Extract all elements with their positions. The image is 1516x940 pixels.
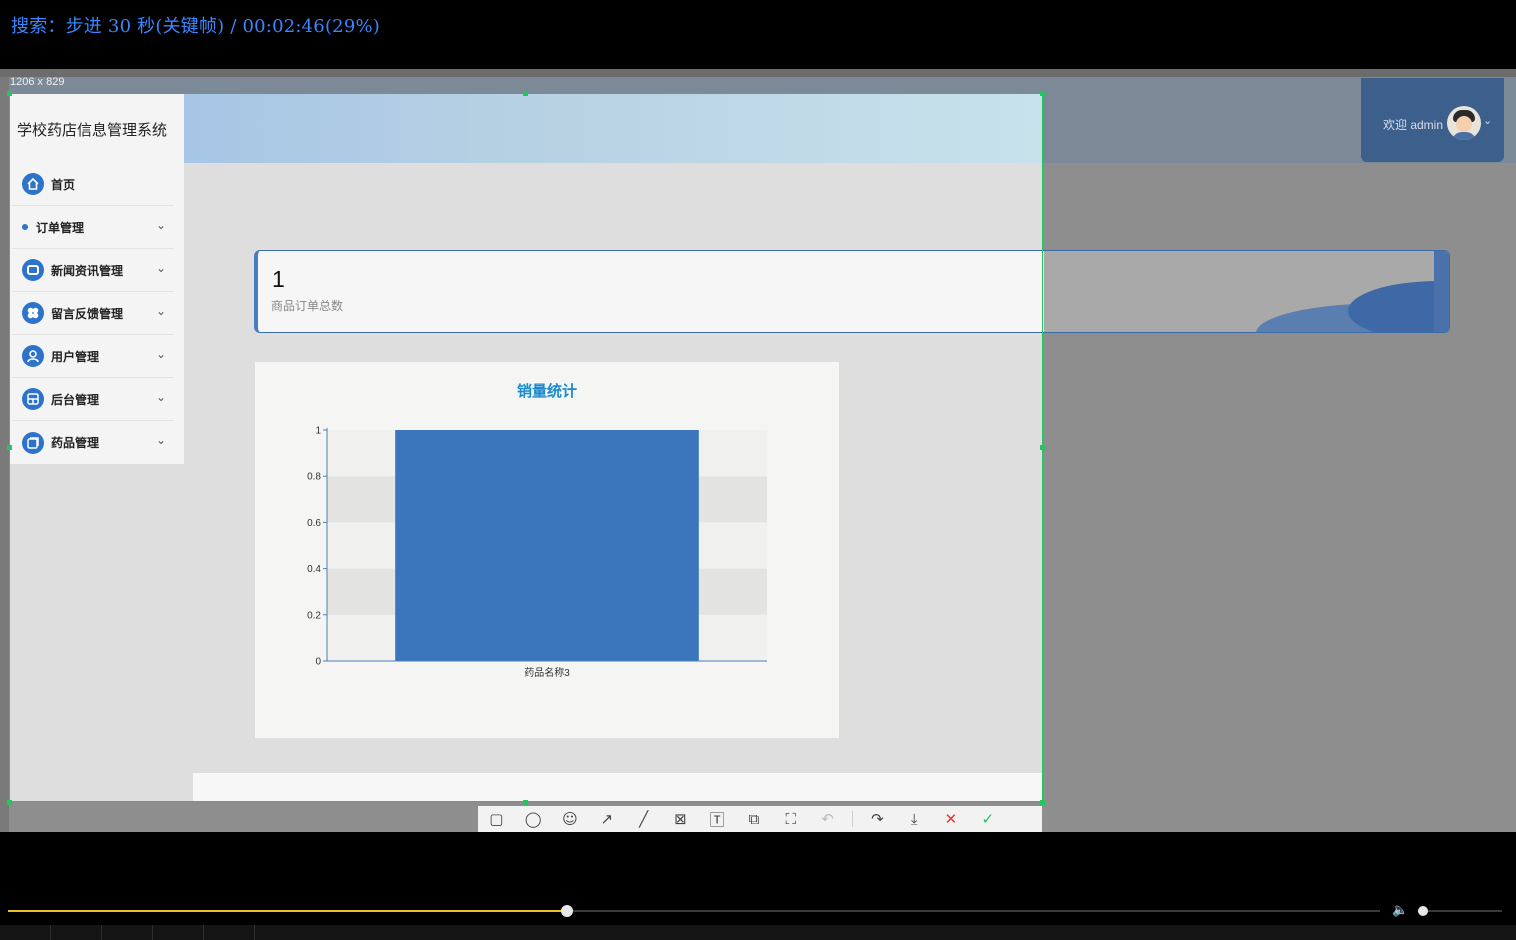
app-footer [193, 773, 1043, 802]
chevron-down-icon[interactable]: ⌄ [1483, 114, 1492, 127]
y-tick-label: 1 [315, 426, 321, 437]
ellipse-icon[interactable]: ◯ [515, 810, 552, 828]
share-icon[interactable]: ↷ [859, 810, 896, 828]
feedback-icon [22, 302, 44, 324]
text-icon[interactable]: 🅃 [699, 809, 736, 830]
chevron-down-icon: ⌄ [155, 304, 166, 318]
download-icon[interactable]: ⤓ [896, 810, 933, 828]
chevron-down-icon: ⌄ [155, 347, 166, 361]
welcome-text: 欢迎 admin [1383, 118, 1444, 132]
sidebar-item-medicine[interactable]: 药品管理 ⌄ [12, 421, 174, 464]
status-bar [0, 925, 1516, 940]
order-count-value: 1 [272, 266, 285, 292]
rectangle-icon[interactable]: ▢ [478, 810, 515, 828]
avatar[interactable] [1447, 106, 1481, 140]
dot-icon [22, 224, 28, 230]
sidebar-item-home[interactable]: 首页 [12, 163, 174, 206]
order-count-label: 商品订单总数 [271, 299, 344, 313]
chevron-down-icon: ⌄ [155, 261, 166, 275]
volume-icon[interactable]: 🔈 [1392, 903, 1408, 918]
sidebar-item-label: 药品管理 [51, 436, 100, 450]
sidebar-item-label: 用户管理 [51, 349, 100, 364]
y-tick-label: 0.6 [307, 518, 321, 529]
mosaic-icon[interactable]: ⊠ [662, 810, 699, 828]
y-tick-label: 0 [315, 657, 321, 668]
resize-handle[interactable] [7, 800, 12, 805]
sales-chart: 药品名称3 0 0.2 0.4 0.6 0.8 1 [307, 426, 767, 679]
sidebar-item-label: 新闻资讯管理 [51, 263, 124, 278]
resize-handle[interactable] [1040, 445, 1045, 450]
sidebar-item-orders[interactable]: 订单管理 ⌄ [12, 206, 174, 249]
resize-handle[interactable] [1040, 800, 1045, 805]
sidebar-item-news[interactable]: 新闻资讯管理 ⌄ [12, 249, 174, 292]
order-count-card [254, 250, 1450, 333]
user-icon [22, 345, 44, 367]
volume-handle[interactable] [1418, 906, 1428, 916]
resize-handle[interactable] [1040, 91, 1045, 96]
capture-toolbar: ▢ ◯ ☺ ↗ ╱ ⊠ 🅃 ⧉ ⛶ ↶ ↷ ⤓ ✕ ✓ [478, 806, 1042, 832]
home-icon [22, 173, 44, 195]
resize-handle[interactable] [7, 445, 12, 450]
sidebar-item-feedback[interactable]: 留言反馈管理 ⌄ [12, 292, 174, 335]
cancel-icon[interactable]: ✕ [933, 810, 970, 828]
progress-handle[interactable] [561, 905, 573, 917]
app-brand: 学校药店信息管理系统 [17, 122, 168, 139]
y-tick-label: 0.4 [307, 564, 321, 575]
confirm-icon[interactable]: ✓ [969, 810, 1006, 828]
resize-handle[interactable] [523, 800, 528, 805]
sidebar-item-label: 首页 [51, 177, 76, 192]
sidebar-item-users[interactable]: 用户管理 ⌄ [12, 335, 174, 378]
sidebar-item-admin[interactable]: 后台管理 ⌄ [12, 378, 174, 421]
arrow-icon[interactable]: ↗ [588, 810, 625, 828]
line-icon[interactable]: ╱ [625, 810, 662, 828]
capture-size-label: 1206 x 829 [10, 76, 65, 88]
pin-icon[interactable]: ⧉ [736, 810, 773, 828]
y-tick-label: 0.8 [307, 472, 321, 483]
chevron-down-icon: ⌄ [155, 218, 166, 232]
player-osd-text: 搜索：步进 30 秒(关键帧) / 00:02:46(29%) [11, 16, 380, 37]
sidebar-item-label: 留言反馈管理 [51, 306, 124, 321]
y-tick-label: 0.2 [307, 610, 321, 621]
ocr-icon[interactable]: ⛶ [772, 810, 809, 828]
volume-slider[interactable] [1418, 910, 1502, 912]
emoji-icon[interactable]: ☺ [552, 810, 589, 828]
chevron-down-icon: ⌄ [155, 433, 166, 447]
sidebar: 学校药店信息管理系统 首页 订单管理 ⌄ 新闻资讯管理 ⌄ 留言反馈管理 ⌄ 用… [9, 93, 184, 464]
sidebar-item-label: 订单管理 [36, 220, 85, 235]
bar [395, 430, 699, 661]
progress-fill [8, 910, 567, 912]
undo-icon[interactable]: ↶ [809, 810, 846, 828]
screen: 搜索：步进 30 秒(关键帧) / 00:02:46(29%) 1206 x 8… [0, 0, 1516, 940]
chevron-down-icon: ⌄ [155, 390, 166, 404]
resize-handle[interactable] [523, 91, 528, 96]
x-tick-label: 药品名称3 [524, 666, 570, 679]
admin-icon [22, 388, 44, 410]
resize-handle[interactable] [7, 91, 12, 96]
sidebar-item-label: 后台管理 [51, 392, 100, 407]
news-icon [22, 259, 44, 281]
medicine-icon [22, 431, 44, 454]
